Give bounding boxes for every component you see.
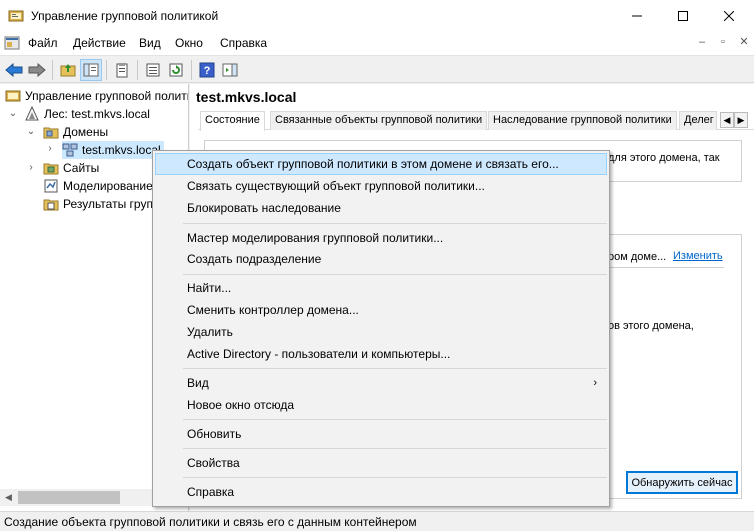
minimize-button[interactable] (614, 0, 660, 31)
info-text-1: для этого домена, так (608, 152, 720, 164)
maximize-icon (678, 10, 688, 21)
status-text: Создание объекта групповой политики и св… (4, 515, 417, 529)
tree-label-modeling: Моделирование (63, 179, 153, 193)
tree-item-sites[interactable]: Сайты (43, 159, 99, 177)
cm-block-inheritance[interactable]: Блокировать наследование (155, 197, 607, 219)
cm-new-window[interactable]: Новое окно отсюда (155, 394, 607, 416)
tree-label-domains: Домены (63, 125, 109, 139)
forward-arrow-icon (28, 63, 46, 77)
close-button[interactable] (706, 0, 752, 31)
tab-scroll-right-icon[interactable]: ▶ (734, 112, 748, 128)
cm-create-ou[interactable]: Создать подразделение (155, 248, 607, 270)
child-minimize-icon[interactable]: – (694, 35, 710, 49)
tree-label-domain: test.mkvs.local (82, 143, 161, 157)
expander-forest-icon[interactable]: ⌄ (8, 108, 18, 119)
cm-change-dc[interactable]: Сменить контроллер домена... (155, 299, 607, 321)
show-hide-tree-button[interactable] (80, 59, 102, 81)
tab-linked-gpos[interactable]: Связанные объекты групповой политики (270, 111, 488, 130)
details-header: test.mkvs.local (196, 89, 297, 105)
tab-delegation[interactable]: Делег (679, 111, 717, 130)
info-text-2: ром доме... (608, 251, 667, 263)
tree-item-modeling[interactable]: Моделирование (43, 177, 153, 195)
menu-file[interactable]: Файл (28, 36, 58, 50)
maximize-button[interactable] (660, 0, 706, 31)
menu-view[interactable]: Вид (139, 36, 161, 50)
up-one-level-button[interactable] (57, 59, 79, 81)
change-link[interactable]: Изменить (673, 250, 723, 262)
back-button[interactable] (3, 59, 25, 81)
child-close-icon[interactable]: ✕ (736, 35, 752, 49)
results-icon (43, 199, 59, 211)
domain-icon (62, 143, 78, 157)
expander-domains-icon[interactable]: ⌄ (26, 126, 36, 137)
console-tree-icon (83, 63, 99, 77)
action-pane-icon (222, 63, 238, 77)
menu-bar: Файл Действие Вид Окно Справка – ▫ ✕ (0, 31, 754, 55)
detect-now-button[interactable]: Обнаружить сейчас (626, 471, 738, 494)
tab-scroll-arrows: ◀ ▶ (720, 112, 748, 128)
modeling-icon (44, 179, 58, 193)
submenu-arrow-icon: › (593, 377, 597, 389)
title-bar: Управление групповой политикой (0, 0, 754, 31)
expander-sites-icon[interactable]: › (26, 162, 36, 173)
tree-item-gpmc-root[interactable]: Управление групповой полити (5, 87, 189, 105)
properties-button[interactable] (111, 59, 133, 81)
tree-item-domains[interactable]: Домены (43, 123, 108, 141)
tree-label-sites: Сайты (63, 161, 100, 175)
cm-help[interactable]: Справка (155, 481, 607, 503)
cm-properties[interactable]: Свойства (155, 452, 607, 474)
details-tabs: Состояние Связанные объекты групповой по… (198, 111, 754, 131)
gpmc-app-icon (8, 10, 24, 22)
tree-item-forest[interactable]: Лес: test.mkvs.local (24, 105, 150, 123)
forest-icon (25, 106, 39, 121)
export-list-icon (146, 63, 160, 77)
mmc-console-icon[interactable] (4, 35, 20, 51)
cm-create-gpo-link[interactable]: Создать объект групповой политики в этом… (155, 153, 607, 175)
cm-link-existing-gpo[interactable]: Связать существующий объект групповой по… (155, 175, 607, 197)
close-icon (724, 10, 734, 21)
tree-label-results: Результаты груп (63, 197, 153, 211)
toolbar: ? (0, 55, 754, 83)
clipboard-icon (116, 63, 128, 78)
cm-refresh[interactable]: Обновить (155, 423, 607, 445)
sites-folder-icon (43, 163, 59, 175)
tree-label-root: Управление групповой полити (25, 89, 189, 103)
tab-scroll-left-icon[interactable]: ◀ (720, 112, 734, 128)
scroll-left-icon[interactable]: ◀ (5, 492, 12, 503)
tree-item-results[interactable]: Результаты груп (43, 195, 153, 213)
svg-text:?: ? (204, 65, 211, 77)
menu-help[interactable]: Справка (220, 36, 267, 50)
help-button[interactable]: ? (196, 59, 218, 81)
folder-up-icon (60, 64, 76, 77)
refresh-icon (169, 63, 183, 77)
forward-button[interactable] (26, 59, 48, 81)
tab-status[interactable]: Состояние (200, 111, 265, 131)
child-restore-icon[interactable]: ▫ (715, 35, 731, 49)
expander-domain-icon[interactable]: › (45, 143, 55, 154)
cm-ad-users-computers[interactable]: Active Directory - пользователи и компью… (155, 343, 607, 365)
menu-action[interactable]: Действие (73, 36, 126, 50)
status-bar: Создание объекта групповой политики и св… (0, 511, 754, 531)
menu-window[interactable]: Окно (175, 36, 203, 50)
cm-delete[interactable]: Удалить (155, 321, 607, 343)
cm-modeling-wizard[interactable]: Мастер моделирования групповой политики.… (155, 227, 607, 249)
tab-inheritance[interactable]: Наследование групповой политики (488, 111, 677, 130)
refresh-button[interactable] (165, 59, 187, 81)
minimize-icon (632, 15, 642, 16)
scrollbar-thumb[interactable] (18, 491, 120, 504)
cm-view[interactable]: Вид › (155, 372, 607, 394)
info-text-3: ов этого домена, (608, 320, 694, 332)
domains-folder-icon (43, 127, 59, 139)
export-list-button[interactable] (142, 59, 164, 81)
context-menu: Создать объект групповой политики в этом… (152, 150, 610, 507)
help-icon: ? (199, 62, 215, 78)
tree-label-forest: Лес: test.mkvs.local (44, 107, 150, 121)
back-arrow-icon (5, 63, 23, 77)
window-title: Управление групповой политикой (31, 9, 219, 23)
cm-find[interactable]: Найти... (155, 277, 607, 299)
tree-item-domain[interactable]: test.mkvs.local (62, 141, 164, 159)
show-action-pane-button[interactable] (219, 59, 241, 81)
gpmc-root-icon (5, 90, 21, 102)
cm-view-label: Вид (187, 376, 209, 390)
